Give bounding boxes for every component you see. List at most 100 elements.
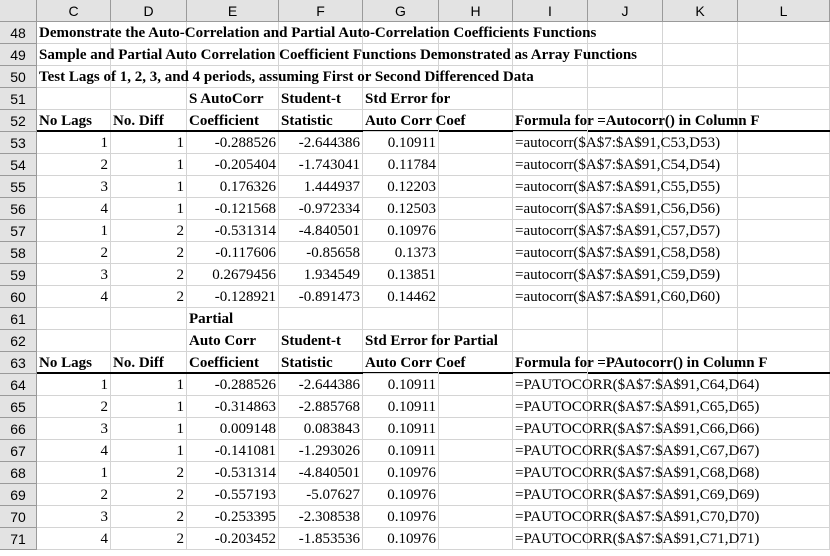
cell-d55[interactable]: 1 [111, 176, 187, 198]
cell-h68[interactable] [439, 462, 513, 484]
cell-e55[interactable]: 0.176326 [187, 176, 279, 198]
cell-i68[interactable]: =PAUTOCORR($A$7:$A$91,C68,D68) [513, 462, 759, 484]
cell-i69[interactable]: =PAUTOCORR($A$7:$A$91,C69,D69) [513, 484, 759, 506]
cell-d67[interactable]: 1 [111, 440, 187, 462]
row-header[interactable]: 66 [0, 418, 37, 440]
cell-e69[interactable]: -0.557193 [187, 484, 279, 506]
cell-h71[interactable] [439, 528, 513, 550]
cell-l56[interactable] [738, 198, 830, 220]
cell-l50[interactable] [738, 66, 830, 88]
cell-l48[interactable] [738, 22, 830, 44]
cell-e66[interactable]: 0.009148 [187, 418, 279, 440]
cell-g62[interactable]: Std Error for Partial [363, 330, 498, 352]
row-header[interactable]: 61 [0, 308, 37, 330]
row-header[interactable]: 67 [0, 440, 37, 462]
cell-c68[interactable]: 1 [37, 462, 111, 484]
row-header[interactable]: 71 [0, 528, 37, 550]
cell-d70[interactable]: 2 [111, 506, 187, 528]
row-header[interactable]: 57 [0, 220, 37, 242]
cell-g64[interactable]: 0.10911 [363, 374, 439, 396]
cell-d64[interactable]: 1 [111, 374, 187, 396]
row-header[interactable]: 62 [0, 330, 37, 352]
cell-c54[interactable]: 2 [37, 154, 111, 176]
cell-h55[interactable] [439, 176, 513, 198]
row-header[interactable]: 55 [0, 176, 37, 198]
column-header-f[interactable]: F [279, 0, 363, 22]
cell-k51[interactable] [663, 88, 738, 110]
cell-c55[interactable]: 3 [37, 176, 111, 198]
cell-h54[interactable] [439, 154, 513, 176]
column-header-h[interactable]: H [439, 0, 513, 22]
cell-c53[interactable]: 1 [37, 132, 111, 154]
cell-e57[interactable]: -0.531314 [187, 220, 279, 242]
column-header-g[interactable]: G [363, 0, 439, 22]
cell-i62[interactable] [513, 330, 588, 352]
cell-l62[interactable] [738, 330, 830, 352]
cell-g65[interactable]: 0.10911 [363, 396, 439, 418]
cell-c52[interactable]: No Lags [37, 110, 111, 132]
cell-l57[interactable] [738, 220, 830, 242]
row-header[interactable]: 58 [0, 242, 37, 264]
cell-e56[interactable]: -0.121568 [187, 198, 279, 220]
cell-i66[interactable]: =PAUTOCORR($A$7:$A$91,C66,D66) [513, 418, 759, 440]
cell-d53[interactable]: 1 [111, 132, 187, 154]
row-header[interactable]: 70 [0, 506, 37, 528]
cell-e71[interactable]: -0.203452 [187, 528, 279, 550]
column-header-j[interactable]: J [588, 0, 663, 22]
cell-i61[interactable] [513, 308, 588, 330]
cell-h67[interactable] [439, 440, 513, 462]
cell-f51[interactable]: Student-t [279, 88, 363, 110]
cell-d61[interactable] [111, 308, 187, 330]
cell-f54[interactable]: -1.743041 [279, 154, 363, 176]
cell-c65[interactable]: 2 [37, 396, 111, 418]
cell-f63[interactable]: Statistic [279, 352, 363, 374]
select-all-corner[interactable] [0, 0, 37, 22]
cell-c61[interactable] [37, 308, 111, 330]
cell-l55[interactable] [738, 176, 830, 198]
cell-i63[interactable]: Formula for =PAutocorr() in Column F [513, 352, 768, 374]
row-header[interactable]: 65 [0, 396, 37, 418]
cell-l53[interactable] [738, 132, 830, 154]
cell-g63[interactable]: Auto Corr Coef [363, 352, 466, 374]
cell-c63[interactable]: No Lags [37, 352, 111, 374]
cell-g61[interactable] [363, 308, 439, 330]
cell-i54[interactable]: =autocorr($A$7:$A$91,C54,D54) [513, 154, 720, 176]
cell-l58[interactable] [738, 242, 830, 264]
cell-f64[interactable]: -2.644386 [279, 374, 363, 396]
cell-g69[interactable]: 0.10976 [363, 484, 439, 506]
cell-e51[interactable]: S AutoCorr [187, 88, 279, 110]
cell-e68[interactable]: -0.531314 [187, 462, 279, 484]
cell-h64[interactable] [439, 374, 513, 396]
cell-g60[interactable]: 0.14462 [363, 286, 439, 308]
cell-j51[interactable] [588, 88, 663, 110]
cell-j48[interactable] [588, 22, 663, 44]
cell-h56[interactable] [439, 198, 513, 220]
cell-l59[interactable] [738, 264, 830, 286]
cell-h66[interactable] [439, 418, 513, 440]
cell-i70[interactable]: =PAUTOCORR($A$7:$A$91,C70,D70) [513, 506, 759, 528]
column-header-i[interactable]: I [513, 0, 588, 22]
cell-h53[interactable] [439, 132, 513, 154]
cell-e65[interactable]: -0.314863 [187, 396, 279, 418]
cell-d60[interactable]: 2 [111, 286, 187, 308]
cell-d62[interactable] [111, 330, 187, 352]
cell-g54[interactable]: 0.11784 [363, 154, 439, 176]
cell-e53[interactable]: -0.288526 [187, 132, 279, 154]
cell-e59[interactable]: 0.2679456 [187, 264, 279, 286]
cell-d66[interactable]: 1 [111, 418, 187, 440]
cell-h70[interactable] [439, 506, 513, 528]
cell-j61[interactable] [588, 308, 663, 330]
cell-g66[interactable]: 0.10911 [363, 418, 439, 440]
cell-c69[interactable]: 2 [37, 484, 111, 506]
cell-d63[interactable]: No. Diff [111, 352, 187, 374]
row-header[interactable]: 48 [0, 22, 37, 44]
cell-c59[interactable]: 3 [37, 264, 111, 286]
cell-f53[interactable]: -2.644386 [279, 132, 363, 154]
cell-i64[interactable]: =PAUTOCORR($A$7:$A$91,C64,D64) [513, 374, 759, 396]
cell-c58[interactable]: 2 [37, 242, 111, 264]
cell-c67[interactable]: 4 [37, 440, 111, 462]
cell-g52[interactable]: Auto Corr Coef [363, 110, 466, 132]
cell-k48[interactable] [663, 22, 738, 44]
cell-i65[interactable]: =PAUTOCORR($A$7:$A$91,C65,D65) [513, 396, 759, 418]
row-header[interactable]: 53 [0, 132, 37, 154]
